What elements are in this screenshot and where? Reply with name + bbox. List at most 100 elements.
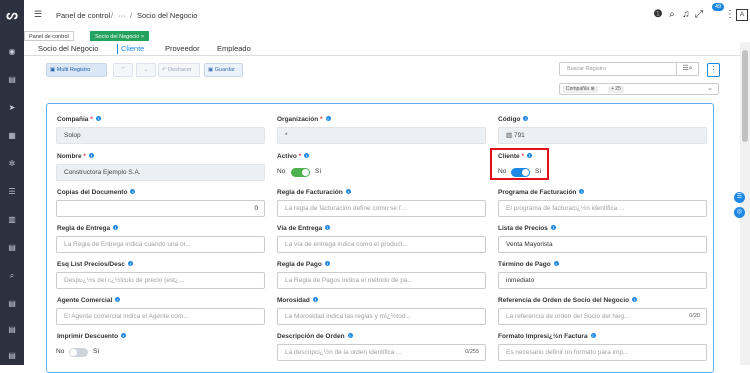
chart-icon[interactable]: ▥ [6, 214, 18, 226]
delivery-via-field[interactable]: La vía de entrega indica como el product… [277, 236, 486, 253]
dashboard-icon[interactable]: ◉ [6, 46, 18, 58]
tab-customer[interactable]: Cliente [121, 44, 144, 53]
next-button[interactable]: ⌄ [136, 63, 156, 77]
file-icon[interactable]: ▤ [6, 298, 18, 310]
tab-vendor[interactable]: Proveedor [165, 44, 200, 53]
field-label: Imprimir Descuento i [57, 333, 127, 340]
field-label: Agente Comercial i [57, 297, 121, 304]
customer-toggle[interactable]: No Sí [498, 168, 541, 177]
search-icon[interactable]: ☰⌕ [676, 63, 698, 75]
toggle-on-label: Sí [535, 168, 542, 175]
field-label: Término de Pago i [498, 261, 559, 268]
chevron-down-icon[interactable]: ⌄ [707, 84, 713, 92]
payment-rule-field[interactable]: La Regla de Pagos indica el método de pa… [277, 272, 486, 289]
delivery-rule-field[interactable]: La Regla de Entrega indica cuando una or… [56, 236, 265, 253]
toggle-off-label: No [56, 348, 65, 355]
file-icon[interactable]: ▤ [6, 350, 18, 362]
field-label: Regla de Facturación i [277, 189, 351, 196]
field-label: Compañía * i [57, 116, 101, 123]
price-list-field[interactable]: Venta Mayorista [498, 236, 707, 253]
breadcrumb-more[interactable]: ··· [118, 11, 126, 20]
field-label: Esq List Precios/Desc i [57, 261, 133, 268]
toggle-off-label: No [277, 168, 286, 175]
order-description-field[interactable]: La descripci¿½n de la orden identifica .… [277, 344, 486, 361]
scrollbar-thumb[interactable] [742, 50, 748, 142]
calendar-icon[interactable]: ▦ [6, 130, 18, 142]
record-tabs: Socio del Negocio Cliente Proveedor Empl… [24, 42, 740, 56]
top-bar: ☰ Panel de control / ··· / Socio del Neg… [24, 0, 750, 30]
sales-rep-field[interactable]: El Agente comercial indica el Agente com… [56, 308, 265, 325]
field-label: Organización * i [277, 116, 331, 123]
menu-icon[interactable]: ☰ [34, 10, 43, 19]
company-field[interactable]: Solop [56, 127, 265, 144]
char-counter: 0/255 [465, 349, 479, 355]
customer-switch[interactable] [511, 168, 530, 177]
search-icon[interactable]: ⌕ [6, 270, 18, 282]
filter-select[interactable]: Compañía ⊗ + 25 ⌄ [559, 83, 719, 95]
copies-field[interactable]: 0 [56, 200, 265, 217]
file-icon[interactable]: ▤ [6, 324, 18, 336]
document-icon[interactable]: ▤ [6, 74, 18, 86]
print-discount-toggle[interactable]: No Sí [56, 348, 99, 357]
multi-record-button[interactable]: ▣ Multi Registro [46, 63, 107, 77]
field-label: Regla de Entrega i [57, 225, 119, 232]
breadcrumb-separator: / [130, 11, 133, 20]
notification-badge: 49 [712, 3, 724, 11]
field-label: Descripción de Orden i [277, 333, 353, 340]
more-icon[interactable]: ⋮ [724, 9, 736, 21]
filter-chip[interactable]: Compañía ⊗ [563, 86, 598, 93]
field-label: Referencia de Orden de Socio del Negocio… [498, 297, 638, 304]
code-field[interactable]: ▥ 791 [498, 127, 707, 144]
toggle-on-label: Sí [315, 168, 322, 175]
sidebar: ᔕ ◉ ▤ ➤ ▦ ✲ ☰ ▥ ▤ ⌕ ▤ ▤ ▤ [0, 0, 24, 365]
dunning-field[interactable]: La Morosidad indica las reglas y mï¿½tod… [277, 308, 486, 325]
search-input[interactable]: Buscar Registro ☰⌕ [559, 62, 699, 76]
breadcrumb-home[interactable]: Panel de control [56, 11, 110, 20]
filter-chip-more: + 25 [608, 86, 624, 93]
undo-button[interactable]: ↶ Deshacer [158, 63, 200, 77]
field-label: Activo * i [277, 153, 310, 160]
send-icon[interactable]: ➤ [6, 102, 18, 114]
active-tab-indicator [117, 44, 118, 54]
field-label: Código i [498, 116, 529, 123]
breadcrumb-current: Socio del Negocio [137, 11, 198, 20]
info-panel-icon[interactable]: ◎ [734, 207, 745, 218]
panel-toggle-icon[interactable]: ☰ [734, 192, 745, 203]
toggle-on-label: Sí [93, 348, 100, 355]
window-tab-dashboard[interactable]: Panel de control [24, 31, 74, 41]
invoice-schedule-field[interactable]: El programa de facturaci¿½n identifica .… [498, 200, 707, 217]
list-icon[interactable]: ☰ [6, 186, 18, 198]
tab-employee[interactable]: Empleado [217, 44, 251, 53]
avatar[interactable]: A [736, 9, 748, 21]
fullscreen-icon[interactable]: ⤢ [693, 9, 705, 21]
report-icon[interactable]: ▤ [6, 242, 18, 254]
invoice-rule-field[interactable]: La regla de facturación define cómo se f… [277, 200, 486, 217]
save-button[interactable]: ▣ Guardar [204, 63, 243, 77]
search-icon[interactable]: ⌕ [666, 9, 678, 21]
window-tabs: Panel de control Socio del Negocio × [24, 30, 750, 42]
app-logo-icon[interactable]: ᔕ [4, 7, 20, 23]
field-label: Regla de Pago i [277, 261, 330, 268]
order-reference-field[interactable]: La referencia de orden del Socio del Neg… [498, 308, 707, 325]
field-label: Vía de Entrega i [277, 225, 331, 232]
print-discount-switch[interactable] [69, 348, 88, 357]
previous-button[interactable]: ⌃ [113, 63, 133, 77]
field-label: Formato Impresi¿½n Factura i [498, 333, 596, 340]
discount-schema-field[interactable]: Despu¿½s del c¿½lculo de precio (est¿... [56, 272, 265, 289]
active-toggle[interactable]: No Sí [277, 168, 321, 177]
field-label: Copias del Documento i [57, 189, 136, 196]
window-tab-business-partner[interactable]: Socio del Negocio × [90, 31, 150, 41]
info-icon[interactable]: ❶ [652, 9, 664, 21]
tab-business-partner[interactable]: Socio del Negocio [38, 44, 98, 53]
invoice-format-field[interactable]: Es necesario definir un formato para imp… [498, 344, 707, 361]
field-label: Programa de Facturación i [498, 189, 585, 196]
payment-term-field[interactable]: inmediato [498, 272, 707, 289]
char-counter: 0/20 [689, 313, 700, 319]
more-options-button[interactable]: ⋮ [707, 63, 720, 77]
active-switch[interactable] [291, 168, 310, 177]
bell-icon[interactable]: ♫ [680, 9, 692, 21]
organization-field[interactable]: * [277, 127, 486, 144]
settings-icon[interactable]: ✲ [6, 158, 18, 170]
name-field[interactable]: Constructora Ejemplo S.A. [56, 164, 265, 181]
field-label: Nombre * i [57, 153, 94, 160]
